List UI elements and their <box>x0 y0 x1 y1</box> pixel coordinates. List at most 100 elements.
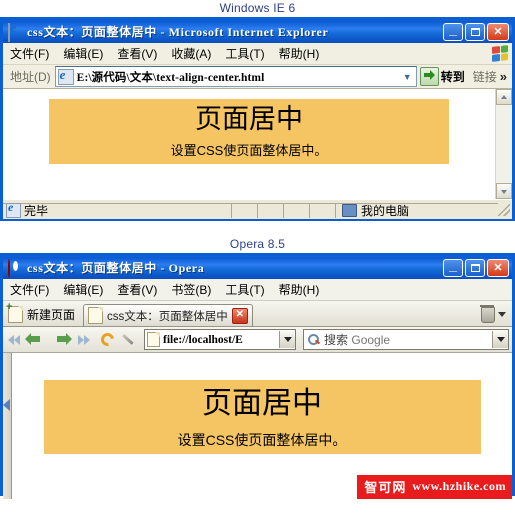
status-cell-3 <box>283 202 309 218</box>
edit-pencil-icon[interactable] <box>121 330 141 350</box>
ie-menubar: 文件(F) 编辑(E) 查看(V) 收藏(A) 工具(T) 帮助(H) <box>3 43 512 65</box>
panel-expand-icon[interactable] <box>3 399 10 411</box>
close-button[interactable]: ✕ <box>487 258 509 277</box>
opera-box-subtext: 设置CSS使页面整体居中。 <box>177 432 347 448</box>
scroll-up-icon[interactable] <box>496 89 512 105</box>
opera-window-icon <box>8 258 24 278</box>
opera-window: css文本：页面整体居中 - Opera _ ✕ 文件(F) 编辑(E) 查看(… <box>0 253 515 499</box>
new-page-button[interactable]: 新建页面 <box>6 301 81 326</box>
chevron-down-icon[interactable]: ▼ <box>399 68 416 85</box>
ie-title-text: css文本：页面整体居中 - Microsoft Internet Explor… <box>27 25 329 39</box>
ie-window: css文本：页面整体居中 - Microsoft Internet Explor… <box>0 17 515 221</box>
search-icon <box>306 332 322 347</box>
status-text-cell: 完毕 <box>3 202 231 218</box>
menu-file[interactable]: 文件(F) <box>3 43 56 64</box>
forward-icon[interactable] <box>52 330 72 350</box>
minimize-button[interactable]: _ <box>443 258 463 277</box>
ie-status-bar: 完毕 我的电脑 <box>3 199 512 219</box>
status-cell-1 <box>231 202 257 218</box>
opera-menubar: 文件(F) 编辑(E) 查看(V) 书签(B) 工具(T) 帮助(H) <box>3 279 512 301</box>
search-engine-label: Google <box>351 333 391 347</box>
address-page-icon <box>147 332 160 347</box>
opera-address-input[interactable]: file://localhost/E <box>144 329 296 350</box>
new-page-label: 新建页面 <box>27 308 76 322</box>
minimize-button[interactable]: _ <box>443 22 463 41</box>
tab-active[interactable]: css文本：页面整体居中 ✕ <box>83 304 253 326</box>
search-label: 搜索 <box>324 333 349 347</box>
ie-box-subtext: 设置CSS使页面整体居中。 <box>170 143 328 158</box>
menu-help[interactable]: 帮助(H) <box>272 279 327 300</box>
watermark-url: www.hzhike.com <box>412 479 506 493</box>
opera-document: 页面居中 设置CSS使页面整体居中。 智可网 www.hzhike.com <box>12 353 512 499</box>
address-label: 地址(D) <box>10 70 51 84</box>
window-gap <box>0 221 515 236</box>
menu-tools[interactable]: 工具(T) <box>218 279 271 300</box>
menu-edit[interactable]: 编辑(E) <box>56 43 110 64</box>
rewind-icon[interactable] <box>6 330 26 350</box>
scroll-down-icon[interactable] <box>496 183 512 199</box>
opera-title-text: css文本：页面整体居中 - Opera <box>27 261 205 275</box>
reload-icon[interactable] <box>98 329 118 350</box>
windows-flag-icon <box>492 45 508 62</box>
menu-tools[interactable]: 工具(T) <box>218 43 271 64</box>
opera-box-heading: 页面居中 <box>202 387 322 420</box>
ie-vertical-scrollbar[interactable] <box>495 89 512 199</box>
search-placeholder: 搜索 Google <box>322 331 492 348</box>
opera-titlebar[interactable]: css文本：页面整体居中 - Opera _ ✕ <box>3 253 512 279</box>
ie-window-controls: _ ✕ <box>443 22 512 41</box>
status-cell-2 <box>257 202 283 218</box>
address-dropdown-icon[interactable] <box>279 331 295 348</box>
caption-ie: Windows IE 6 <box>219 1 296 15</box>
chevron-down-icon <box>498 312 506 317</box>
links-label[interactable]: 链接 <box>470 68 500 85</box>
watermark-name: 智可网 <box>364 480 407 495</box>
ie-centered-box: 页面居中 设置CSS使页面整体居中。 <box>49 99 449 164</box>
menu-view[interactable]: 查看(V) <box>110 279 164 300</box>
go-button[interactable]: 转到 <box>417 67 470 86</box>
computer-icon <box>342 204 357 217</box>
menu-edit[interactable]: 编辑(E) <box>56 279 110 300</box>
maximize-button[interactable] <box>465 22 485 41</box>
opera-window-controls: _ ✕ <box>443 258 512 277</box>
menu-bookmarks[interactable]: 书签(B) <box>164 279 218 300</box>
address-input[interactable]: E:\源代码\文本\text-align-center.html ▼ <box>54 66 417 87</box>
opera-panel-toggle[interactable] <box>3 353 12 499</box>
ie-box-heading: 页面居中 <box>195 104 303 134</box>
ie-titlebar[interactable]: css文本：页面整体居中 - Microsoft Internet Explor… <box>3 17 512 43</box>
resize-grip[interactable] <box>498 203 510 216</box>
opera-search-input[interactable]: 搜索 Google <box>303 329 509 350</box>
fast-forward-icon[interactable] <box>75 330 95 350</box>
opera-address-value: file://localhost/E <box>163 333 243 346</box>
maximize-button[interactable] <box>465 258 485 277</box>
go-label: 转到 <box>440 70 465 84</box>
watermark: 智可网 www.hzhike.com <box>357 475 512 499</box>
search-dropdown-icon[interactable] <box>492 331 508 348</box>
opera-navigation-bar: file://localhost/E 搜索 Google <box>3 327 512 353</box>
tab-close-icon[interactable]: ✕ <box>231 307 248 324</box>
ie-window-icon <box>8 22 24 42</box>
menu-file[interactable]: 文件(F) <box>3 279 56 300</box>
security-zone-label: 我的电脑 <box>361 204 410 218</box>
back-icon[interactable] <box>25 330 49 350</box>
trash-icon <box>480 304 495 323</box>
opera-tab-bar: 新建页面 css文本：页面整体居中 ✕ <box>3 301 512 327</box>
trash-menu[interactable] <box>480 303 512 326</box>
ie-page-canvas: 页面居中 设置CSS使页面整体居中。 <box>3 89 512 199</box>
menu-favorites[interactable]: 收藏(A) <box>164 43 218 64</box>
tab-label: css文本：页面整体居中 <box>107 310 228 323</box>
status-cell-4 <box>309 202 335 218</box>
opera-centered-box: 页面居中 设置CSS使页面整体居中。 <box>43 380 481 454</box>
status-ie-icon <box>6 203 21 218</box>
tab-page-icon <box>88 307 104 324</box>
close-button[interactable]: ✕ <box>487 22 509 41</box>
menu-view[interactable]: 查看(V) <box>110 43 164 64</box>
menu-help[interactable]: 帮助(H) <box>272 43 327 64</box>
address-value: E:\源代码\文本\text-align-center.html <box>76 71 265 84</box>
go-arrow-icon <box>419 67 439 86</box>
caption-opera: Opera 8.5 <box>229 237 286 251</box>
opera-page-canvas: 页面居中 设置CSS使页面整体居中。 智可网 www.hzhike.com <box>3 353 512 499</box>
new-page-icon <box>6 301 23 323</box>
status-text: 完毕 <box>24 204 49 218</box>
toolbar-overflow-icon[interactable]: » <box>500 69 510 84</box>
ie-document: 页面居中 设置CSS使页面整体居中。 <box>3 89 495 199</box>
